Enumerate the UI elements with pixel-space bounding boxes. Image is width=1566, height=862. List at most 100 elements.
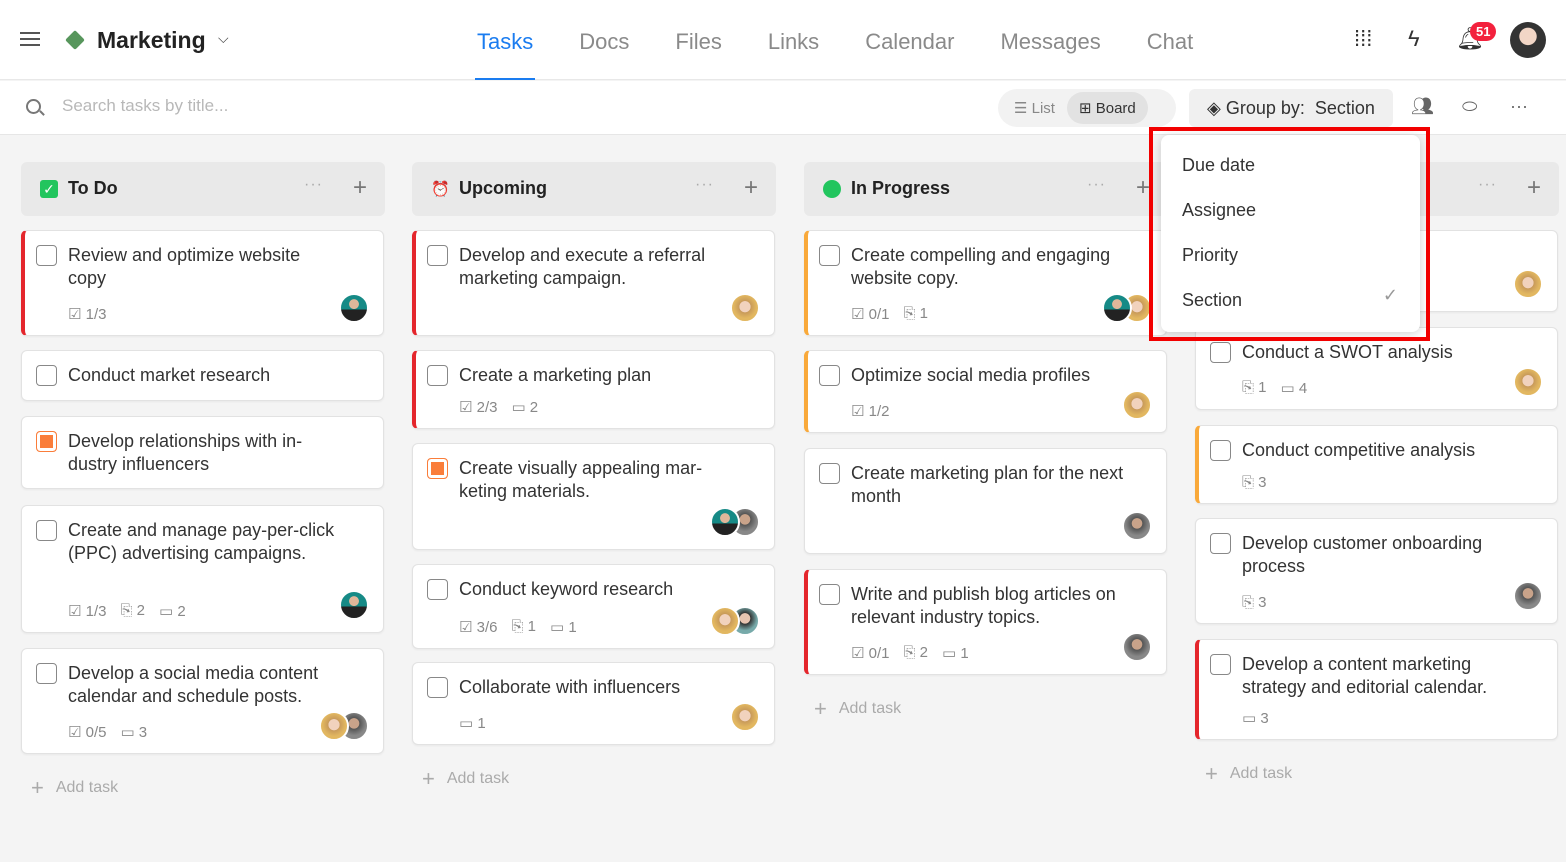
task-card[interactable]: Conduct keyword research ☑ 3/6 ⎘ 1 ▭ 1: [412, 564, 775, 649]
more-icon[interactable]: ···: [1510, 96, 1528, 117]
task-title: Review and optimize website copy: [68, 245, 301, 288]
task-checkbox[interactable]: [427, 245, 448, 266]
task-checkbox[interactable]: [819, 584, 840, 605]
tab-docs[interactable]: Docs: [579, 0, 629, 80]
task-checkbox[interactable]: [427, 365, 448, 386]
chevron-down-icon[interactable]: ⌵: [218, 30, 229, 47]
task-checkbox[interactable]: [1210, 533, 1231, 554]
task-title: Develop relationships with in-dustry inf…: [68, 431, 303, 474]
column-more-icon[interactable]: ···: [695, 176, 714, 194]
user-avatar[interactable]: [1510, 22, 1546, 58]
search-input[interactable]: [62, 96, 362, 116]
tab-chat[interactable]: Chat: [1147, 0, 1193, 80]
tab-files[interactable]: Files: [675, 0, 721, 80]
task-checkbox[interactable]: [36, 245, 57, 266]
task-checkbox[interactable]: [819, 463, 840, 484]
menu-icon[interactable]: [20, 32, 40, 46]
add-task-button[interactable]: + Add task: [31, 775, 118, 801]
add-task-button[interactable]: + Add task: [1205, 761, 1292, 787]
assignee-avatar[interactable]: [339, 590, 369, 620]
board-view-button[interactable]: ⊞ Board: [1066, 92, 1148, 124]
task-card[interactable]: Develop a social media content calendar …: [21, 648, 384, 754]
column-add-icon[interactable]: +: [353, 174, 367, 202]
task-card[interactable]: Develop relationships with in-dustry inf…: [21, 416, 384, 489]
task-checkbox[interactable]: [427, 677, 448, 698]
dropdown-option-assignee[interactable]: Assignee: [1182, 200, 1256, 221]
dropdown-option-priority[interactable]: Priority: [1182, 245, 1238, 266]
project-title[interactable]: Marketing: [97, 27, 206, 54]
list-view-button[interactable]: ☰ List: [1002, 92, 1067, 124]
tab-messages[interactable]: Messages: [1000, 0, 1100, 80]
task-checkbox[interactable]: [1210, 654, 1231, 675]
column-header: ⏰ Upcoming ··· +: [412, 162, 776, 216]
task-card[interactable]: Create marketing plan for the next month: [804, 448, 1167, 554]
task-meta: ☑ 2/3 ▭ 2: [459, 398, 538, 416]
notification-badge: 51: [1470, 22, 1497, 41]
task-checkbox[interactable]: [427, 579, 448, 600]
task-card[interactable]: Develop a content marketing strategy and…: [1195, 639, 1558, 740]
column-add-icon[interactable]: +: [744, 174, 758, 202]
assignee-avatar[interactable]: [730, 702, 760, 732]
task-checkbox[interactable]: [36, 431, 57, 452]
task-card[interactable]: Develop customer onboarding process ⎘ 3: [1195, 518, 1558, 624]
apps-grid-icon[interactable]: ⁞⁞⁞: [1354, 26, 1372, 52]
task-card[interactable]: Conduct competitive analysis ⎘ 3: [1195, 425, 1558, 504]
green-dot-icon: [823, 180, 841, 198]
group-by-button[interactable]: ◈ Group by: Section: [1189, 89, 1393, 127]
column-title: In Progress: [851, 178, 951, 198]
assignee-avatar[interactable]: [1122, 511, 1152, 541]
assignee-avatar[interactable]: [710, 507, 740, 537]
column-more-icon[interactable]: ···: [304, 176, 323, 194]
task-card[interactable]: Create visually appealing mar-keting mat…: [412, 443, 775, 550]
dropdown-option-section[interactable]: Section: [1182, 290, 1242, 311]
assignee-avatar[interactable]: [1513, 367, 1543, 397]
assignee-avatar[interactable]: [730, 293, 760, 323]
task-card[interactable]: Conduct a SWOT analysis ⎘ 1 ▭ 4: [1195, 327, 1558, 410]
assignee-avatar[interactable]: [710, 606, 740, 636]
task-meta-item: ☑ 1/3: [68, 603, 107, 620]
task-checkbox[interactable]: [36, 520, 57, 541]
lightning-icon[interactable]: ϟ: [1408, 26, 1420, 52]
column-add-icon[interactable]: +: [1527, 174, 1541, 202]
assignee-avatar[interactable]: [319, 711, 349, 741]
task-card[interactable]: Collaborate with influencers ▭ 1: [412, 662, 775, 745]
task-card[interactable]: Develop and execute a referral marketing…: [412, 230, 775, 336]
assignee-avatar[interactable]: [1102, 293, 1132, 323]
assignee-avatar[interactable]: [339, 293, 369, 323]
tab-links[interactable]: Links: [768, 0, 819, 80]
column-more-icon[interactable]: ···: [1478, 176, 1497, 194]
task-card[interactable]: Optimize social media profiles ☑ 1/2: [804, 350, 1167, 433]
dropdown-option-due-date[interactable]: Due date: [1182, 155, 1255, 176]
task-checkbox[interactable]: [36, 663, 57, 684]
tab-calendar[interactable]: Calendar: [865, 0, 954, 80]
task-checkbox[interactable]: [36, 365, 57, 386]
task-card[interactable]: Create compelling and engaging website c…: [804, 230, 1167, 336]
add-task-button[interactable]: + Add task: [422, 766, 509, 792]
task-title: Write and publish blog articles on relev…: [851, 584, 1116, 627]
tab-tasks[interactable]: Tasks: [474, 0, 536, 80]
task-meta-item: ☑ 1/2: [851, 403, 890, 420]
column-add-icon[interactable]: +: [1136, 174, 1150, 202]
task-checkbox[interactable]: [819, 365, 840, 386]
assignee-avatar[interactable]: [1513, 581, 1543, 611]
task-card[interactable]: Create and manage pay-per-click (PPC) ad…: [21, 505, 384, 633]
task-card[interactable]: Write and publish blog articles on relev…: [804, 569, 1167, 675]
task-checkbox[interactable]: [1210, 440, 1231, 461]
members-icon[interactable]: 👥︎: [1411, 96, 1434, 117]
assignee-avatar[interactable]: [1122, 632, 1152, 662]
add-task-button[interactable]: + Add task: [814, 696, 901, 722]
task-checkbox[interactable]: [1210, 342, 1231, 363]
project-diamond-icon: [65, 30, 85, 50]
tag-icon[interactable]: ⬭: [1462, 96, 1477, 117]
task-checkbox[interactable]: [427, 458, 448, 479]
assignee-avatar[interactable]: [1513, 269, 1543, 299]
task-checkbox[interactable]: [819, 245, 840, 266]
assignee-avatar[interactable]: [1122, 390, 1152, 420]
task-card[interactable]: Create a marketing plan ☑ 2/3 ▭ 2: [412, 350, 775, 429]
column-more-icon[interactable]: ···: [1087, 176, 1106, 194]
task-card[interactable]: Review and optimize website copy ☑ 1/3: [21, 230, 384, 336]
column: In Progress ··· + Create compelling and eng…: [804, 162, 1168, 862]
task-meta-item: ▭ 3: [1242, 710, 1269, 727]
task-card[interactable]: Conduct market research: [21, 350, 384, 401]
group-by-label: Group by: Section: [1225, 98, 1375, 118]
